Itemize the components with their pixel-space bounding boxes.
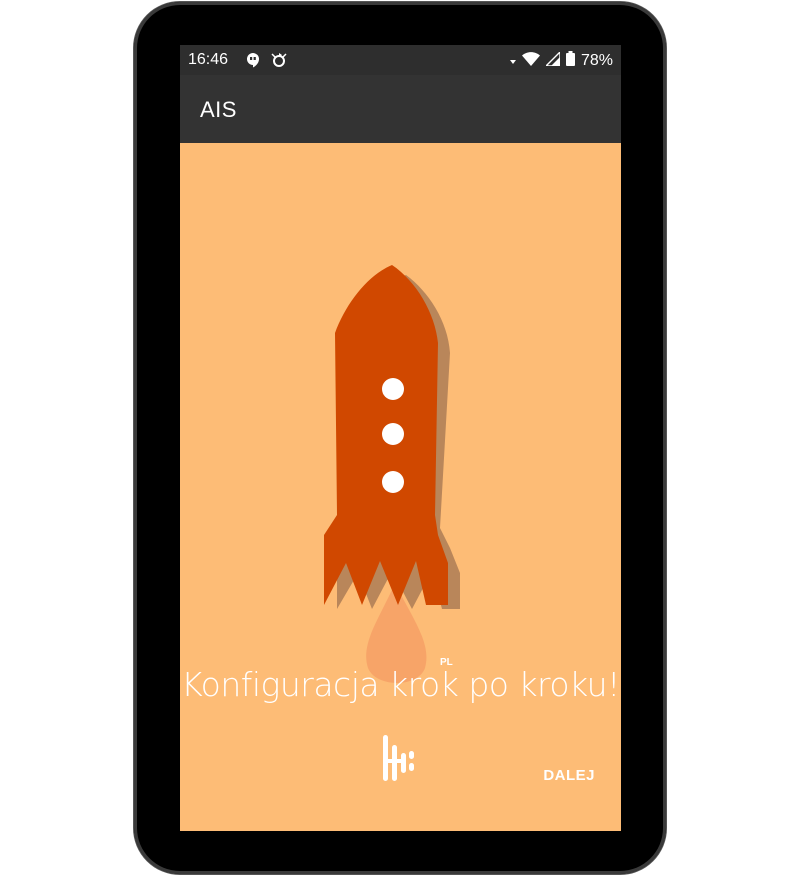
- status-system-icons: 78%: [509, 49, 613, 71]
- app-title: AIS: [200, 97, 237, 122]
- cell-signal-icon: [544, 49, 561, 71]
- status-time: 16:46: [188, 51, 229, 68]
- data-arrow-icon: [509, 52, 516, 70]
- ais-logo-icon: [380, 735, 420, 783]
- onboarding-headline: Konfiguracja krok po kroku!: [181, 665, 620, 704]
- rocket-illustration: PL: [180, 143, 621, 703]
- app-bar: AIS: [180, 75, 621, 143]
- screen: 16:46 78% AIS PL Konfiguracja krok po kr…: [180, 45, 621, 831]
- rocket-window: [382, 378, 404, 400]
- status-bar: 16:46 78%: [180, 45, 621, 75]
- wifi-icon: [521, 51, 540, 71]
- battery-icon: [565, 51, 575, 71]
- next-button[interactable]: DALEJ: [543, 767, 595, 784]
- sync-icon: [270, 51, 288, 74]
- hangouts-icon: [246, 52, 260, 73]
- rocket-window: [382, 471, 404, 493]
- rocket-window: [382, 423, 404, 445]
- status-notification-icons: [246, 51, 288, 74]
- battery-percent: 78%: [580, 52, 613, 69]
